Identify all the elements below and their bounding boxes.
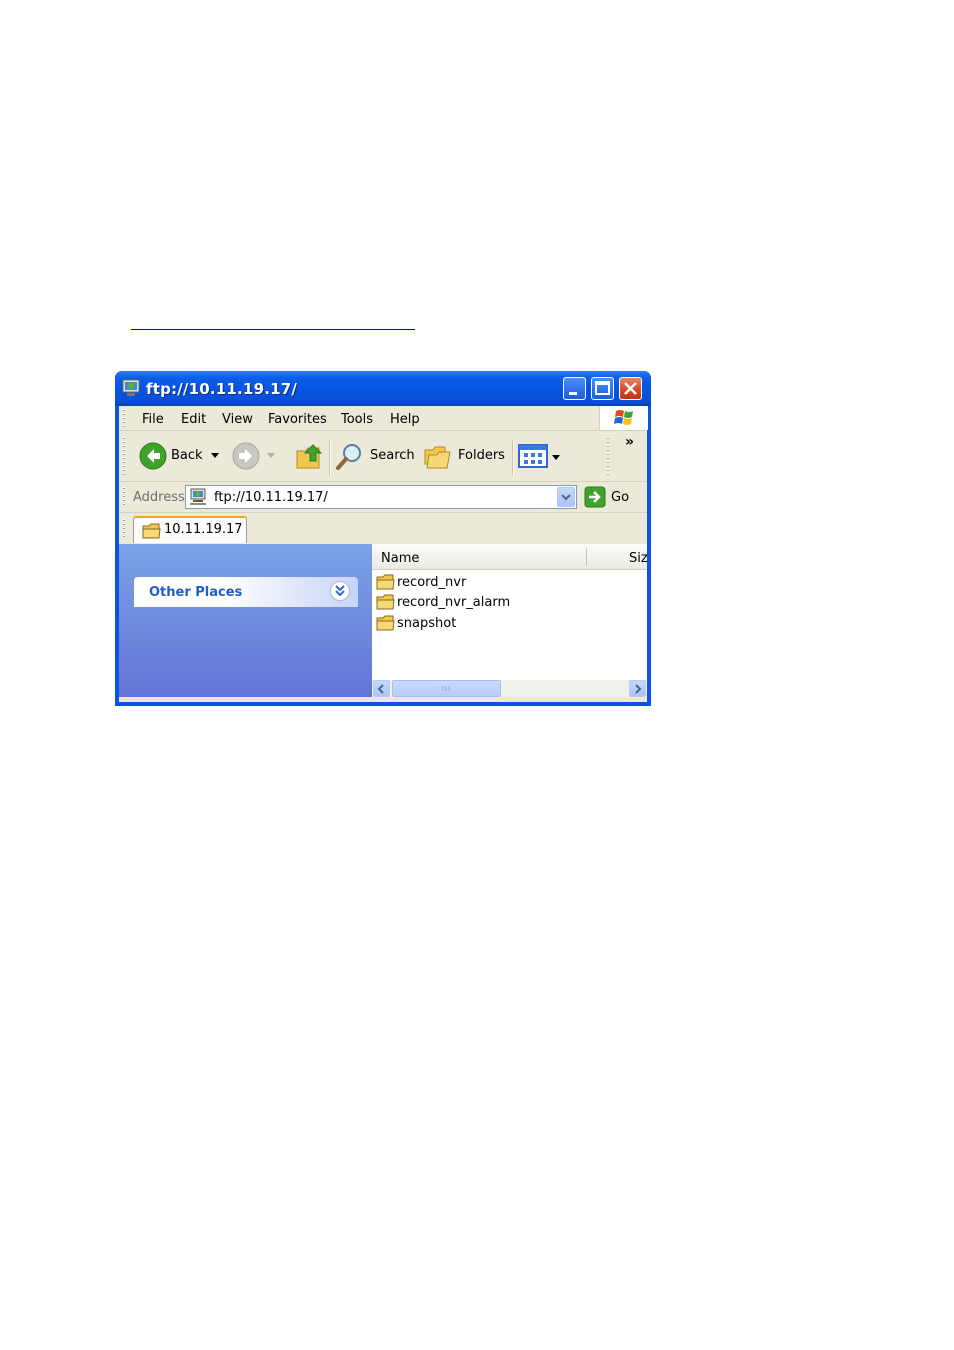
address-value: ftp://10.11.19.17/: [214, 490, 328, 505]
windows-logo: [599, 406, 648, 430]
back-label: Back: [171, 448, 203, 463]
maximize-button[interactable]: [591, 377, 614, 400]
menu-view[interactable]: View: [222, 412, 253, 427]
column-divider[interactable]: [586, 548, 587, 566]
title-bar[interactable]: ftp://10.11.19.17/: [115, 371, 651, 406]
addressbar-grip[interactable]: [123, 487, 125, 507]
ftp-folder-icon: [122, 379, 140, 396]
other-places-label: Other Places: [149, 585, 243, 600]
address-label: Address: [133, 490, 185, 505]
search-magnifier-icon: [336, 444, 361, 470]
double-chevron-down-icon: [335, 585, 345, 597]
chevron-left-icon: [377, 684, 384, 694]
folder-icon: [376, 574, 395, 590]
document-hyperlink-underline[interactable]: [131, 329, 415, 330]
folder-icon: [376, 615, 395, 631]
folders-button[interactable]: Folders: [423, 439, 505, 473]
forward-button[interactable]: [232, 439, 280, 473]
grip-lines-icon: [442, 686, 450, 691]
address-dropdown-button[interactable]: [557, 487, 575, 507]
folders-icon: [424, 446, 451, 469]
toolbar-overflow-chevron[interactable]: »: [625, 434, 634, 450]
menu-bar: File Edit View Favorites Tools Help: [119, 406, 648, 431]
menu-edit[interactable]: Edit: [181, 412, 206, 427]
file-list: Name Siz record_nvr record_nvr_alarm sna…: [372, 544, 648, 697]
chevron-down-icon: [561, 494, 571, 501]
task-pane: Other Places: [119, 544, 372, 697]
views-icon: [518, 444, 548, 468]
toolbar-grip[interactable]: [123, 437, 125, 475]
search-label: Search: [370, 448, 415, 463]
toolbar-separator: [512, 439, 514, 475]
maximize-icon: [595, 381, 610, 395]
scroll-right-button[interactable]: [629, 680, 646, 697]
menu-help[interactable]: Help: [390, 412, 420, 427]
explorer-window: ftp://10.11.19.17/ File Edit View Favori…: [115, 371, 651, 706]
column-size-header[interactable]: Siz: [629, 551, 648, 566]
address-bar: Address ftp://10.11.19.17/ Go: [119, 482, 647, 513]
toolbar-grip-2[interactable]: [607, 437, 609, 475]
file-name: record_nvr_alarm: [397, 595, 511, 610]
scrollbar-thumb[interactable]: [392, 680, 501, 697]
horizontal-scrollbar[interactable]: [372, 680, 647, 697]
search-button[interactable]: Search: [335, 439, 415, 473]
views-dropdown-icon: [552, 455, 560, 460]
standard-toolbar: Back Search Folders »: [119, 431, 647, 482]
minimize-icon: [569, 392, 577, 395]
forward-arrow-icon: [232, 442, 260, 470]
toolbar-separator: [329, 439, 331, 475]
back-button[interactable]: Back: [139, 439, 225, 473]
up-folder-icon: [296, 444, 323, 469]
scroll-left-button[interactable]: [373, 680, 390, 697]
go-button[interactable]: Go: [583, 485, 643, 509]
column-header: Name Siz: [372, 544, 648, 570]
address-input[interactable]: ftp://10.11.19.17/: [185, 485, 577, 509]
chevron-right-icon: [635, 684, 642, 694]
go-label: Go: [611, 490, 630, 505]
folders-label: Folders: [458, 448, 505, 463]
menu-favorites[interactable]: Favorites: [268, 412, 327, 427]
tab-label: 10.11.19.17: [164, 522, 243, 537]
go-arrow-icon: [584, 486, 606, 508]
menubar-grip[interactable]: [123, 409, 125, 427]
file-name: record_nvr: [397, 575, 467, 590]
folder-icon: [142, 523, 161, 539]
menu-tools[interactable]: Tools: [341, 412, 373, 427]
windows-flag-icon: [614, 410, 633, 425]
minimize-button[interactable]: [563, 377, 586, 400]
tab-ftp-location[interactable]: 10.11.19.17: [133, 516, 247, 543]
column-name-header[interactable]: Name: [381, 551, 419, 566]
window-client: File Edit View Favorites Tools Help Back…: [119, 406, 648, 702]
expand-chevron-button[interactable]: [330, 581, 350, 601]
up-button[interactable]: [295, 439, 325, 473]
views-button[interactable]: [518, 441, 564, 471]
file-name: snapshot: [397, 616, 457, 631]
menu-file[interactable]: File: [142, 412, 164, 427]
back-arrow-icon: [139, 442, 167, 470]
ftp-location-icon: [190, 488, 206, 505]
tabbar-grip[interactable]: [123, 519, 125, 539]
close-icon: [624, 382, 637, 395]
folder-icon: [376, 594, 395, 610]
tab-bar: 10.11.19.17: [119, 513, 647, 543]
back-dropdown-icon[interactable]: [211, 453, 219, 459]
forward-dropdown-icon[interactable]: [267, 453, 275, 459]
close-button[interactable]: [619, 377, 642, 400]
other-places-header[interactable]: Other Places: [134, 577, 358, 607]
window-title: ftp://10.11.19.17/: [146, 380, 298, 398]
